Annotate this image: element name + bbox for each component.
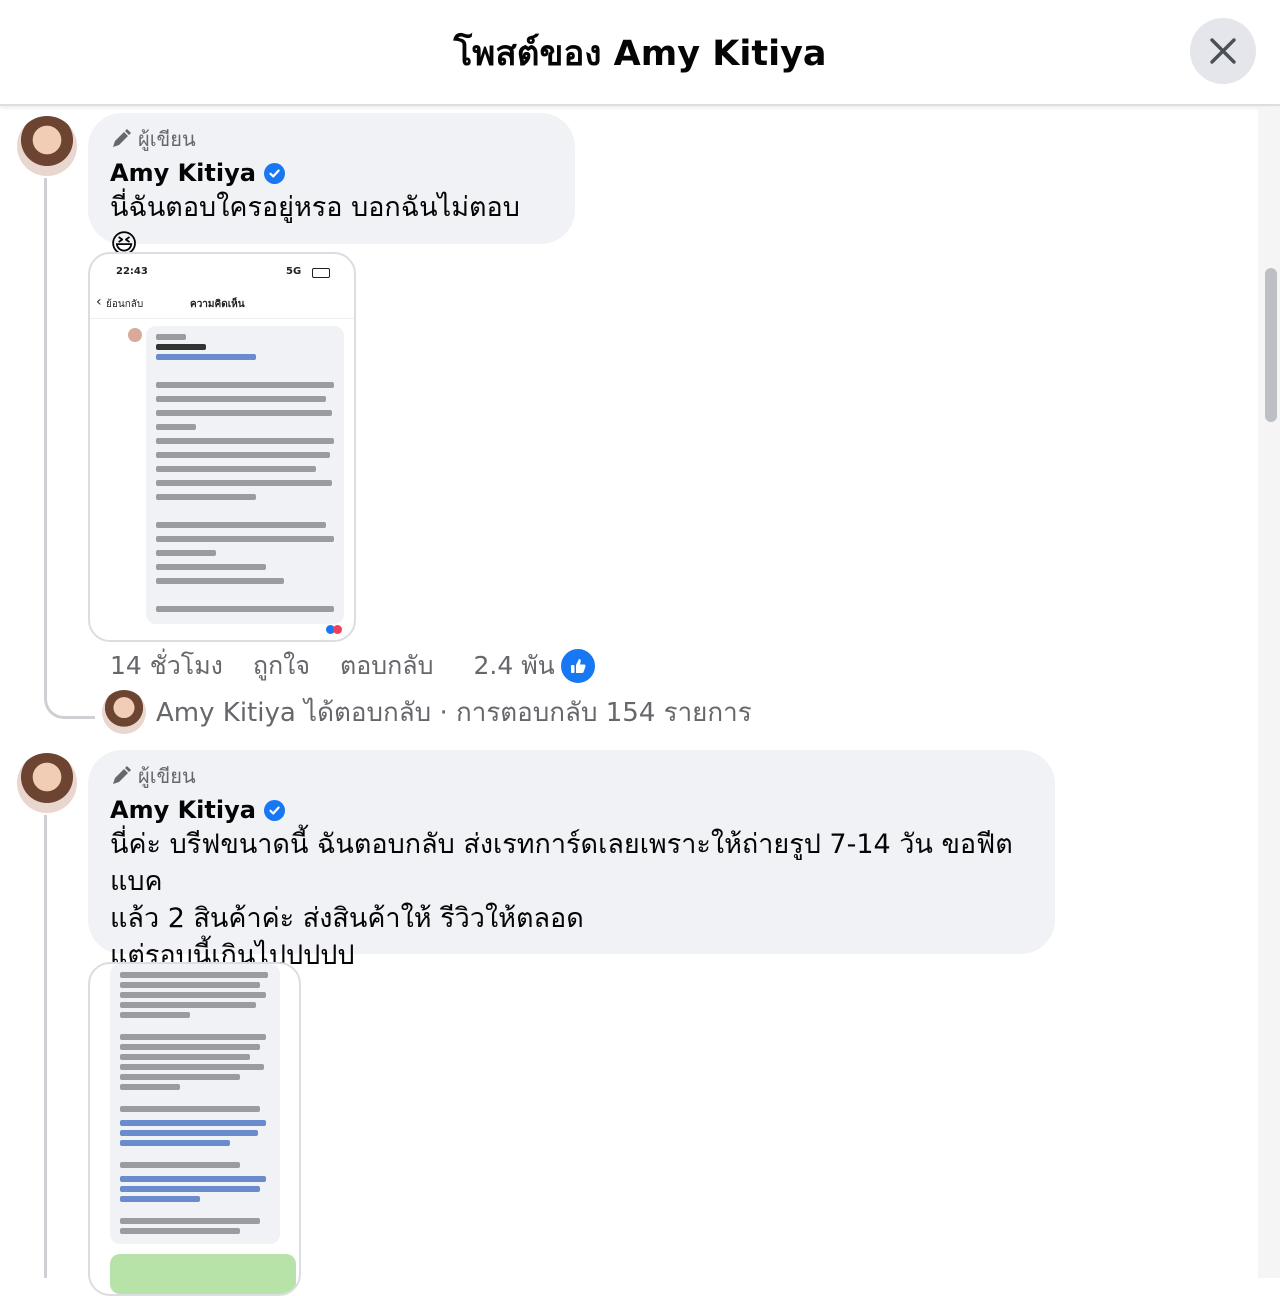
chevron-left-icon: ‹ xyxy=(96,294,102,310)
battery-icon xyxy=(312,268,330,278)
pencil-icon xyxy=(113,129,131,147)
scrollbar-thumb[interactable] xyxy=(1265,268,1277,422)
close-button[interactable] xyxy=(1190,18,1256,84)
dialog-title: โพสต์ของ Amy Kitiya xyxy=(453,34,827,74)
like-button[interactable]: ถูกใจ xyxy=(253,646,310,686)
reply-avatar xyxy=(102,690,146,734)
author-badge: ผู้เขียน xyxy=(110,762,1033,790)
thread-line xyxy=(44,815,47,1278)
comment-text: นี่ค่ะ บรีฟขนาดนี้ ฉันตอบกลับ ส่งเรทการ์… xyxy=(110,829,1013,971)
screenshot-chat-bubble xyxy=(110,964,280,1244)
screenshot-nav: ‹ ย้อนกลับ ความคิดเห็น xyxy=(90,294,354,319)
comment-attachment-image[interactable]: 22:43 5G ‹ ย้อนกลับ ความคิดเห็น xyxy=(88,252,356,642)
verified-badge-icon xyxy=(263,799,285,821)
replies-summary: Amy Kitiya ได้ตอบกลับ · การตอบกลับ 154 ร… xyxy=(156,697,752,728)
comment-bubble: ผู้เขียน Amy Kitiya นี่ค่ะ บรีฟขนาดนี้ ฉ… xyxy=(88,750,1055,971)
author-name[interactable]: Amy Kitiya xyxy=(110,796,256,824)
back-label: ย้อนกลับ xyxy=(106,299,144,310)
dialog-header: โพสต์ของ Amy Kitiya xyxy=(0,0,1280,106)
screenshot-title: ความคิดเห็น xyxy=(190,299,245,310)
reaction-count-value: 2.4 พัน xyxy=(473,651,555,680)
avatar[interactable] xyxy=(17,116,77,176)
pencil-icon xyxy=(113,766,131,784)
screenshot-bubble xyxy=(146,326,344,624)
status-bar: 22:43 5G xyxy=(90,264,354,284)
author-badge: ผู้เขียน xyxy=(110,125,553,153)
screenshot-sent-bubble xyxy=(110,1254,296,1294)
status-signal: 5G xyxy=(286,266,302,277)
comment-actions: 14 ชั่วโมง ถูกใจ ตอบกลับ 2.4 พัน xyxy=(110,646,627,686)
comment-attachment-image[interactable] xyxy=(88,962,301,1296)
reply-button[interactable]: ตอบกลับ xyxy=(340,646,433,686)
like-icon xyxy=(558,647,597,685)
status-time: 22:43 xyxy=(116,266,148,277)
thread-connector xyxy=(44,668,95,719)
author-badge-label: ผู้เขียน xyxy=(138,127,196,151)
comment-bubble: ผู้เขียน Amy Kitiya นี่ฉันตอบใครอยู่หรอ … xyxy=(88,113,575,260)
author-name[interactable]: Amy Kitiya xyxy=(110,159,256,187)
reaction-count[interactable]: 2.4 พัน xyxy=(473,646,626,686)
comment-timestamp[interactable]: 14 ชั่วโมง xyxy=(110,646,223,686)
verified-badge-icon xyxy=(263,162,285,184)
screenshot-reactions xyxy=(326,625,346,635)
thread-line xyxy=(44,178,47,670)
screenshot-avatar xyxy=(128,328,142,342)
close-icon xyxy=(1210,38,1236,64)
author-badge-label: ผู้เขียน xyxy=(138,764,196,788)
view-replies-link[interactable]: Amy Kitiya ได้ตอบกลับ · การตอบกลับ 154 ร… xyxy=(102,690,752,734)
avatar[interactable] xyxy=(17,753,77,813)
